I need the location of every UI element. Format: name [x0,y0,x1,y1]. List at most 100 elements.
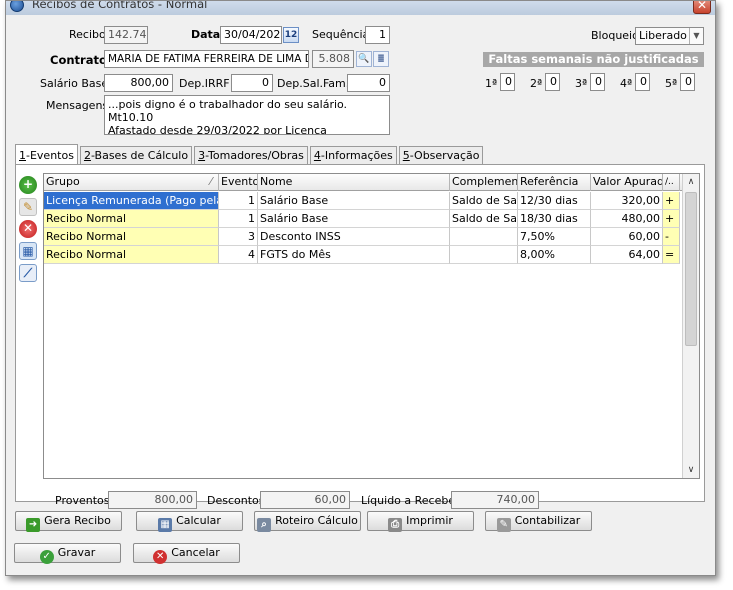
tab-bases-calculo[interactable]: 2-Bases de Cálculo [79,146,193,165]
gera-recibo-button[interactable]: ➜ Gera Recibo [15,511,122,532]
tab-informacoes[interactable]: 4-Informações [309,146,397,165]
col-nome[interactable]: Nome [258,174,450,191]
document-icon[interactable]: ≣ [373,51,389,67]
col-grupo-label: Grupo [46,175,80,188]
tab-bar: 1-Eventos 2-Bases de Cálculo 3-Tomadores… [15,144,485,165]
dep-sal-fam-label: Dep.Sal.Fam. [277,77,350,90]
close-button[interactable]: ✕ [693,1,711,14]
cell-evento: 1 [219,210,258,228]
recibos-window: Recibos de Contratos - Normal ✕ Recibo 1… [5,0,716,576]
table-row[interactable]: Licença Remunerada (Pago pela Emp 1 Salá… [44,192,681,210]
grid-scrollbar[interactable]: ∧ ∨ [682,174,699,478]
calcular-button[interactable]: ▦ Calcular [136,511,243,532]
bloqueio-value: Liberado [639,29,687,42]
roteiro-label: Roteiro Cálculo [275,514,358,527]
mensagens-label: Mensagens [46,99,109,112]
cancelar-button[interactable]: ✕ Cancelar [133,543,240,564]
contabilizar-button[interactable]: ✎ Contabilizar [485,511,592,532]
scroll-up-icon[interactable]: ∧ [683,174,699,190]
tab-observacao-label: -Observação [409,149,480,162]
sequencia-field[interactable]: 1 [365,26,390,44]
cell-sinal: - [663,228,680,246]
tab-bases-label: -Bases de Cálculo [90,149,189,162]
recibo-label: Recibo [69,28,106,41]
cell-grupo: Recibo Normal [44,246,219,264]
app-icon [10,1,24,12]
week-2-field[interactable]: 0 [545,73,560,91]
contrato-name-field[interactable]: MARIA DE FATIMA FERREIRA DE LIMA DE [104,50,309,68]
calcular-label: Calcular [176,514,221,527]
week-3-label: 3ª [575,77,588,90]
proventos-label: Proventos [55,494,110,507]
week-4-field[interactable]: 0 [635,73,650,91]
search-icon[interactable]: 🔍 [356,51,372,67]
cell-valor: 64,00 [591,246,663,264]
week-3-field[interactable]: 0 [590,73,605,91]
col-referencia[interactable]: Referência [518,174,591,191]
chart-icon[interactable]: ⟋ [19,264,37,282]
grid-header: Grupo ⁄ Evento Nome Complemento Referênci… [44,174,699,191]
mensagens-field[interactable]: ...pois digno é o trabalhador do seu sal… [104,95,390,135]
table-row[interactable]: Recibo Normal 1 Salário Base Saldo de Sa… [44,210,681,228]
gravar-button[interactable]: ✓ Gravar [14,543,121,564]
arrow-right-icon: ➜ [26,518,41,532]
table-row[interactable]: Recibo Normal 3 Desconto INSS 7,50% 60,0… [44,228,681,246]
gera-recibo-label: Gera Recibo [44,514,111,527]
week-2-label: 2ª [530,77,543,90]
checkmark-icon: ✓ [39,550,54,564]
cell-nome: Salário Base [258,192,450,210]
bloqueio-select[interactable]: Liberado ▼ [635,27,704,45]
tab-eventos-key: 1 [19,149,26,162]
tab-tomadores-obras[interactable]: 3-Tomadores/Obras [194,146,308,165]
tab-eventos[interactable]: 1-Eventos [15,144,78,165]
data-label: Data [191,28,221,41]
sequencia-label: Sequência [312,28,370,41]
col-valor-apurado[interactable]: Valor Apurado [591,174,663,191]
cell-nome: FGTS do Mês [258,246,450,264]
cell-valor: 480,00 [591,210,663,228]
mensagens-line-2: Afastado desde 29/03/2022 por Licença re… [108,124,327,135]
col-evento[interactable]: Evento [219,174,258,191]
mensagens-line-1: ...pois digno é o trabalhador do seu sal… [108,98,348,124]
tab-informacoes-label: -Informações [320,149,393,162]
contabilizar-label: Contabilizar [514,514,581,527]
cell-referencia: 8,00% [518,246,591,264]
dep-irrf-field[interactable]: 0 [231,74,273,92]
col-sinal[interactable]: /.. [663,174,680,191]
week-5-field[interactable]: 0 [680,73,695,91]
imprimir-label: Imprimir [406,514,453,527]
col-complemento[interactable]: Complemento [450,174,518,191]
tab-observacao[interactable]: 5-Observação [398,146,484,165]
contrato-code-field[interactable]: 5.808 [312,50,354,68]
data-field[interactable]: 30/04/2022 [220,26,282,44]
roteiro-calculo-button[interactable]: ⌕ Roteiro Cálculo [254,511,361,532]
cell-referencia: 7,50% [518,228,591,246]
gravar-label: Gravar [57,546,96,559]
salario-base-field[interactable]: 800,00 [104,74,173,92]
liquido-label: Líquido a Receber [361,494,460,507]
liquido-field[interactable]: 740,00 [451,491,539,509]
chevron-down-icon[interactable]: ▼ [689,28,703,44]
col-grupo[interactable]: Grupo ⁄ [44,174,219,191]
delete-icon[interactable]: ✕ [19,220,37,238]
dep-sal-fam-field[interactable]: 0 [347,74,390,92]
table-row[interactable]: Recibo Normal 4 FGTS do Mês 8,00% 64,00 … [44,246,681,264]
calendar-icon[interactable]: 12 [283,27,299,43]
week-1-field[interactable]: 0 [500,73,515,91]
calendar-grid-icon[interactable]: ▦ [19,242,37,260]
tab-tomadores-label: -Tomadores/Obras [205,149,304,162]
imprimir-button[interactable]: ⎙ Imprimir [367,511,474,532]
edit-icon[interactable]: ✎ [19,198,37,216]
add-icon[interactable]: + [19,176,37,194]
cell-evento: 4 [219,246,258,264]
dep-irrf-label: Dep.IRRF [179,77,230,90]
title-bar[interactable]: Recibos de Contratos - Normal ✕ [6,1,715,15]
scroll-down-icon[interactable]: ∨ [683,462,699,478]
cell-referencia: 18/30 dias [518,210,591,228]
scroll-thumb[interactable] [685,192,697,346]
recibo-field[interactable]: 142.740 [104,26,148,44]
descontos-field[interactable]: 60,00 [260,491,350,509]
proventos-field[interactable]: 800,00 [108,491,197,509]
cell-complemento: Saldo de Salá [450,192,518,210]
cell-sinal: + [663,210,680,228]
